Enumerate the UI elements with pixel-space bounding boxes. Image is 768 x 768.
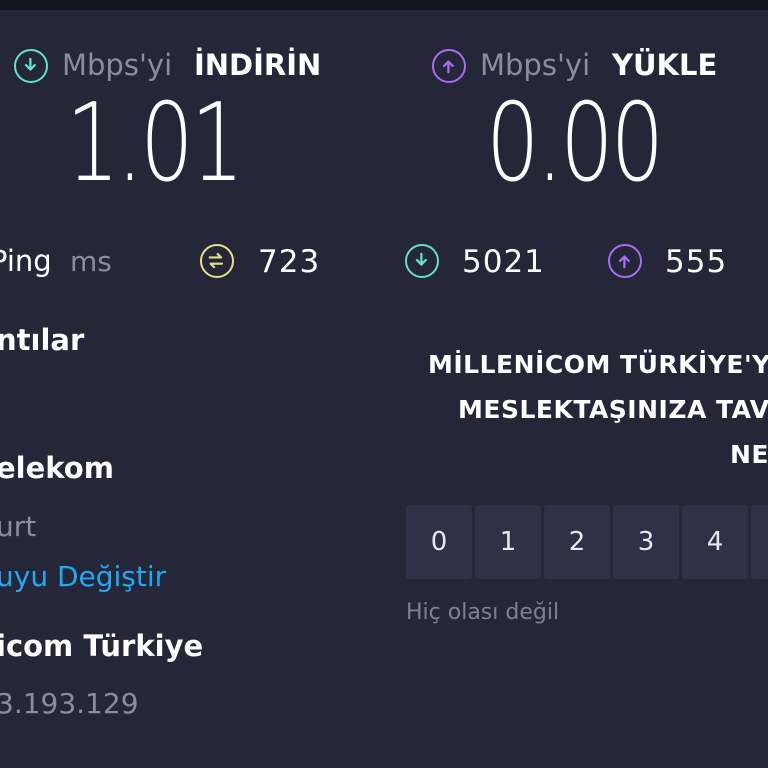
survey-question-line-1: MİLLENİCOM TÜRKİYE'Y <box>428 350 768 379</box>
survey-question-line-3: NE <box>730 440 768 469</box>
ping-unit: ms <box>70 245 112 278</box>
download-unit: Mbps'yi <box>62 48 173 82</box>
rating-option-3[interactable]: 3 <box>613 505 679 579</box>
survey-question-line-2: MESLEKTAŞINIZA TAVS <box>458 395 768 424</box>
jitter-value: 723 <box>258 244 321 280</box>
download-speed-value: 1.01 <box>66 81 244 206</box>
upload-unit: Mbps'yi <box>480 48 591 82</box>
ping-download-value: 5021 <box>462 244 545 280</box>
download-arrow-icon <box>14 49 48 83</box>
provider-name: elekom <box>0 451 114 485</box>
speedtest-results-panel: Mbps'yi İNDİRİN 1.01 Mbps'yi YÜKLE 0.00 … <box>0 0 768 768</box>
rating-option-4[interactable]: 4 <box>682 505 748 579</box>
change-server-link[interactable]: uyu Değiştir <box>0 560 166 593</box>
rating-low-label: Hiç olası değil <box>406 600 560 625</box>
upload-speed-value: 0.00 <box>486 81 664 206</box>
ping-download-icon <box>405 244 439 278</box>
rating-option-2[interactable]: 2 <box>544 505 610 579</box>
download-title: İNDİRİN <box>194 48 322 82</box>
ping-upload-value: 555 <box>665 244 728 280</box>
upload-title: YÜKLE <box>612 48 718 82</box>
provider-location: urt <box>0 510 37 543</box>
rating-option-0[interactable]: 0 <box>406 505 472 579</box>
connections-heading: ntılar <box>0 323 85 357</box>
upload-arrow-icon <box>432 49 466 83</box>
ping-jitter-icon <box>200 244 234 278</box>
rating-option-1[interactable]: 1 <box>475 505 541 579</box>
ping-label: Ping <box>0 244 52 278</box>
ip-address: 3.193.129 <box>0 687 139 720</box>
top-strip <box>0 0 768 10</box>
isp-name: icom Türkiye <box>0 629 204 663</box>
ping-upload-icon <box>608 244 642 278</box>
rating-option-5[interactable] <box>751 505 768 579</box>
